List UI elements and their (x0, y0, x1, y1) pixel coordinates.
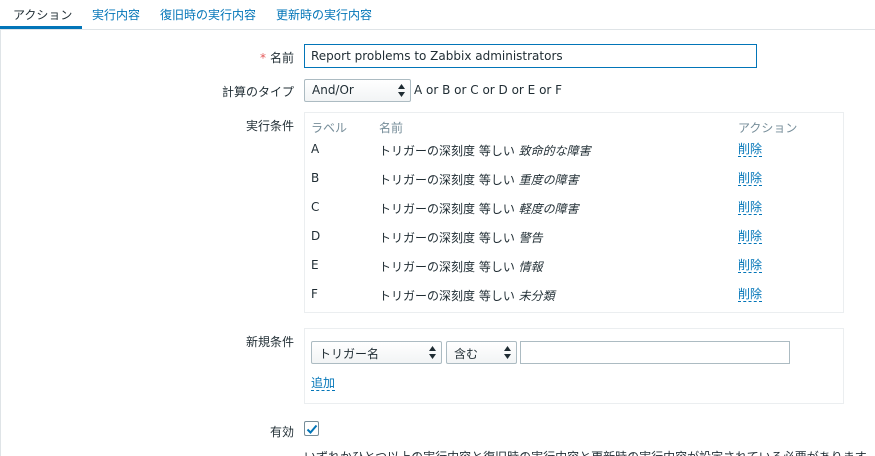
name-input[interactable] (304, 44, 757, 68)
checkmark-icon (306, 424, 318, 434)
header-name: 名前 (379, 121, 404, 135)
condition-name-b: トリガーの深刻度 等しい 重度の障害 (379, 173, 579, 187)
select-arrows-icon (398, 84, 405, 97)
condition-name-e: トリガーの深刻度 等しい 情報 (379, 260, 543, 274)
calc-type-label: 計算のタイプ (221, 85, 294, 99)
condition-label-b: B (311, 171, 320, 185)
condition-label-f: F (311, 287, 318, 301)
active-tab-indicator (0, 26, 82, 29)
remove-condition-b[interactable]: 削除 (738, 172, 763, 186)
new-condition-box (304, 328, 844, 404)
header-label: ラベル (311, 121, 348, 135)
conditions-label: 実行条件 (245, 119, 294, 133)
condition-value-input[interactable] (520, 341, 790, 364)
condition-label-a: A (311, 142, 320, 156)
condition-type-select[interactable]: トリガー名 (311, 341, 442, 364)
condition-name-a: トリガーの深刻度 等しい 致命的な障害 (379, 144, 591, 158)
remove-condition-d[interactable]: 削除 (738, 230, 763, 244)
select-arrows-icon (504, 346, 511, 359)
add-condition-link[interactable]: 追加 (311, 377, 336, 391)
new-condition-label: 新規条件 (245, 335, 294, 349)
tab-recovery-operations[interactable]: 復旧時の実行内容 (160, 6, 256, 23)
condition-name-f: トリガーの深刻度 等しい 未分類 (379, 289, 555, 303)
tab-action[interactable]: アクション (13, 6, 72, 23)
condition-name-c: トリガーの深刻度 等しい 軽度の障害 (379, 202, 579, 216)
enabled-label: 有効 (269, 425, 294, 439)
calc-type-select[interactable]: And/Or (304, 79, 411, 102)
remove-condition-f[interactable]: 削除 (738, 288, 763, 302)
operations-requirement-note: いずれかひとつ以上の実行内容と復旧時の実行内容と更新時の実行内容が設定されている… (304, 448, 875, 456)
header-action: アクション (738, 121, 798, 135)
name-label: * 名前 (259, 51, 294, 65)
remove-condition-a[interactable]: 削除 (738, 143, 763, 157)
condition-operator-select[interactable]: 含む (446, 341, 517, 364)
tab-update-operations[interactable]: 更新時の実行内容 (276, 6, 372, 23)
remove-condition-c[interactable]: 削除 (738, 201, 763, 215)
condition-label-c: C (311, 200, 320, 214)
condition-name-d: トリガーの深刻度 等しい 警告 (379, 231, 543, 245)
condition-label-d: D (311, 229, 321, 243)
condition-label-e: E (311, 258, 319, 272)
required-mark: * (259, 51, 266, 65)
select-arrows-icon (429, 346, 436, 359)
tab-operations[interactable]: 実行内容 (92, 6, 140, 23)
calc-formula: A or B or C or D or E or F (414, 83, 563, 97)
tab-bar: アクション 実行内容 復旧時の実行内容 更新時の実行内容 (0, 0, 875, 30)
enabled-checkbox[interactable] (304, 421, 319, 436)
remove-condition-e[interactable]: 削除 (738, 259, 763, 273)
